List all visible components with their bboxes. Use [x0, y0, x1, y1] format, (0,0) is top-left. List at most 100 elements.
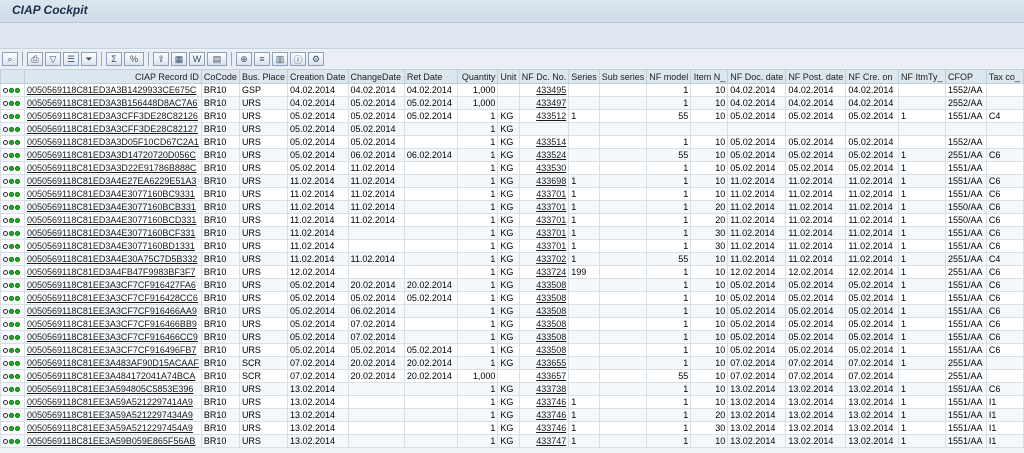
table-row[interactable]: 0050569118C81EE3A59A5212297454A9 BR10 URS 1… [0, 421, 1024, 435]
subtotal-button[interactable]: % [124, 52, 144, 66]
nf-doc-link[interactable]: 433508 [518, 291, 570, 305]
table-row[interactable]: 0050569118C81ED3A4E3077160BC9331 BR10 URS 1… [0, 187, 1024, 201]
table-row[interactable]: 0050569118C81EE3A59B059E865F56AB BR10 URS 1… [0, 434, 1024, 448]
word-button[interactable]: W [189, 52, 205, 66]
column-header[interactable]: ChangeDate [347, 69, 405, 84]
filter-button[interactable]: ▽ [45, 52, 61, 66]
nf-doc-link[interactable]: 433495 [518, 83, 570, 97]
column-header[interactable]: Quantity [456, 69, 499, 84]
record-id-link[interactable]: 0050569118C81ED3A4E27EA6229E51A3 [23, 174, 202, 188]
column-header[interactable]: NF Doc. date [727, 69, 787, 84]
record-id-link[interactable]: 0050569118C81ED3A4E3077160BCF331 [23, 226, 202, 240]
column-header[interactable] [0, 69, 25, 84]
column-header[interactable]: CoCode [200, 69, 240, 84]
nf-doc-link[interactable]: 433724 [518, 265, 570, 279]
table-row[interactable]: 0050569118C81EE3A594805C5853E396 BR10 URS 1… [0, 382, 1024, 396]
record-id-link[interactable]: 0050569118C81ED3A4E3077160BCB331 [23, 200, 202, 214]
nf-doc-link[interactable]: 433655 [518, 356, 570, 370]
column-header[interactable]: CIAP Record ID [23, 69, 202, 84]
nf-doc-link[interactable]: 433747 [518, 434, 570, 448]
table-row[interactable]: 0050569118C81EE3A3CF7CF916466CC9 BR10 URS 0… [0, 330, 1024, 344]
nf-doc-link[interactable]: 433508 [518, 343, 570, 357]
record-id-link[interactable]: 0050569118C81EE3A3CF7CF916466CC9 [23, 330, 202, 344]
nf-doc-link[interactable]: 433746 [518, 421, 570, 435]
table-row[interactable]: 0050569118C81ED3A3D22E91786B888C BR10 URS 0… [0, 161, 1024, 175]
settings-button[interactable]: ⚙ [308, 52, 324, 66]
list-button[interactable]: ≡ [254, 52, 270, 66]
nf-doc-link[interactable]: 433738 [518, 382, 570, 396]
table-row[interactable]: 0050569118C81EE3A3CF7CF916466BB9 BR10 URS 0… [0, 317, 1024, 331]
record-id-link[interactable]: 0050569118C81ED3A3D05F10CD67C2A1 [23, 135, 202, 149]
record-id-link[interactable]: 0050569118C81ED3A4E3077160BCD331 [23, 213, 202, 227]
column-header[interactable]: Unit [497, 69, 520, 84]
nf-doc-link[interactable]: 433508 [518, 304, 570, 318]
nf-doc-link[interactable]: 433701 [518, 239, 570, 253]
column-header[interactable]: NF model [646, 69, 692, 84]
column-header[interactable]: NF Dc. No. [518, 69, 570, 84]
record-id-link[interactable]: 0050569118C81EE3A3CF7CF916466AA9 [23, 304, 202, 318]
table-row[interactable]: 0050569118C81EE3A3CF7CF916496FB7 BR10 URS 0… [0, 343, 1024, 357]
table-row[interactable]: 0050569118C81EE3A59A5212297434A9 BR10 URS 1… [0, 408, 1024, 422]
layout-button[interactable]: ▤ [207, 52, 227, 66]
table-row[interactable]: 0050569118C81ED3A3D14720720D056C BR10 URS 0… [0, 148, 1024, 162]
record-id-link[interactable]: 0050569118C81ED3A3B1429933CE675C [23, 83, 202, 97]
select-button[interactable]: ☰ [63, 52, 79, 66]
record-id-link[interactable]: 0050569118C81ED3A4FB47F9983BF3F7 [23, 265, 202, 279]
nf-doc-link[interactable]: 433514 [518, 135, 570, 149]
table-row[interactable]: 0050569118C81EE3A3CF7CF916428CC6 BR10 URS 0… [0, 291, 1024, 305]
table-button[interactable]: ▥ [272, 52, 288, 66]
column-header[interactable]: Creation Date [286, 69, 349, 84]
table-row[interactable]: 0050569118C81ED3A3CFF3DE28C82127 BR10 URS 0… [0, 122, 1024, 136]
info-button[interactable]: ⓘ [290, 52, 306, 66]
nf-doc-link[interactable]: 433508 [518, 330, 570, 344]
column-header[interactable]: Sub series [598, 69, 648, 84]
table-row[interactable]: 0050569118C81ED3A4E3077160BCB331 BR10 URS 1… [0, 200, 1024, 214]
nf-doc-link[interactable] [518, 122, 570, 136]
record-id-link[interactable]: 0050569118C81EE3A59A5212297454A9 [23, 421, 202, 435]
table-row[interactable]: 0050569118C81ED3A4FB47F9983BF3F7 BR10 URS 1… [0, 265, 1024, 279]
table-row[interactable]: 0050569118C81EE3A484172041A74BCA BR10 SCR 0… [0, 369, 1024, 383]
table-row[interactable]: 0050569118C81ED3A3B156448D8AC7A6 BR10 URS 0… [0, 96, 1024, 110]
nf-doc-link[interactable]: 433746 [518, 408, 570, 422]
table-row[interactable]: 0050569118C81ED3A4E3077160BD1331 BR10 URS 1… [0, 239, 1024, 253]
record-id-link[interactable]: 0050569118C81EE3A484172041A74BCA [23, 369, 202, 383]
nf-doc-link[interactable]: 433497 [518, 96, 570, 110]
column-header[interactable]: Series [568, 69, 600, 84]
record-id-link[interactable]: 0050569118C81EE3A3CF7CF916496FB7 [23, 343, 202, 357]
record-id-link[interactable]: 0050569118C81EE3A3CF7CF916466BB9 [23, 317, 202, 331]
column-header[interactable]: NF Post. date [785, 69, 847, 84]
table-row[interactable]: 0050569118C81ED3A3B1429933CE675C BR10 GSP 0… [0, 83, 1024, 97]
column-header[interactable]: Item N_ [690, 69, 729, 84]
nf-doc-link[interactable]: 433701 [518, 200, 570, 214]
column-header[interactable]: NF Cre. on [845, 69, 899, 84]
column-header[interactable]: CFOP [944, 69, 987, 84]
nf-doc-link[interactable]: 433657 [518, 369, 570, 383]
column-header[interactable]: Ret Date [403, 69, 458, 84]
nf-doc-link[interactable]: 433512 [518, 109, 570, 123]
export-button[interactable]: ⇪ [153, 52, 169, 66]
spreadsheet-button[interactable]: ▦ [171, 52, 187, 66]
record-id-link[interactable]: 0050569118C81ED3A4E30A75C7D5B332 [23, 252, 202, 266]
zoom-button[interactable]: ⌕ [2, 52, 18, 66]
nf-doc-link[interactable]: 433701 [518, 226, 570, 240]
record-id-link[interactable]: 0050569118C81EE3A59A5212297414A9 [23, 395, 202, 409]
nf-doc-link[interactable]: 433508 [518, 278, 570, 292]
table-row[interactable]: 0050569118C81ED3A4E3077160BCD331 BR10 URS 1… [0, 213, 1024, 227]
column-header[interactable]: Tax co_ [985, 69, 1024, 84]
nf-doc-link[interactable]: 433530 [518, 161, 570, 175]
nf-doc-link[interactable]: 433701 [518, 213, 570, 227]
table-row[interactable]: 0050569118C81ED3A4E3077160BCF331 BR10 URS 1… [0, 226, 1024, 240]
table-row[interactable]: 0050569118C81EE3A3CF7CF916466AA9 BR10 URS 0… [0, 304, 1024, 318]
table-row[interactable]: 0050569118C81ED3A3D05F10CD67C2A1 BR10 URS 0… [0, 135, 1024, 149]
nf-doc-link[interactable]: 433524 [518, 148, 570, 162]
table-row[interactable]: 0050569118C81EE3A483AF90D15ACAAF BR10 SCR 0… [0, 356, 1024, 370]
record-id-link[interactable]: 0050569118C81ED3A3D14720720D056C [23, 148, 202, 162]
record-id-link[interactable]: 0050569118C81EE3A59B059E865F56AB [23, 434, 202, 448]
table-row[interactable]: 0050569118C81EE3A59A5212297414A9 BR10 URS 1… [0, 395, 1024, 409]
table-row[interactable]: 0050569118C81ED3A4E27EA6229E51A3 BR10 URS 1… [0, 174, 1024, 188]
record-id-link[interactable]: 0050569118C81ED3A3D22E91786B888C [23, 161, 202, 175]
record-id-link[interactable]: 0050569118C81EE3A594805C5853E396 [23, 382, 202, 396]
print-button[interactable]: ⎙ [27, 52, 43, 66]
table-row[interactable]: 0050569118C81EE3A3CF7CF916427FA6 BR10 URS 0… [0, 278, 1024, 292]
nf-doc-link[interactable]: 433702 [518, 252, 570, 266]
